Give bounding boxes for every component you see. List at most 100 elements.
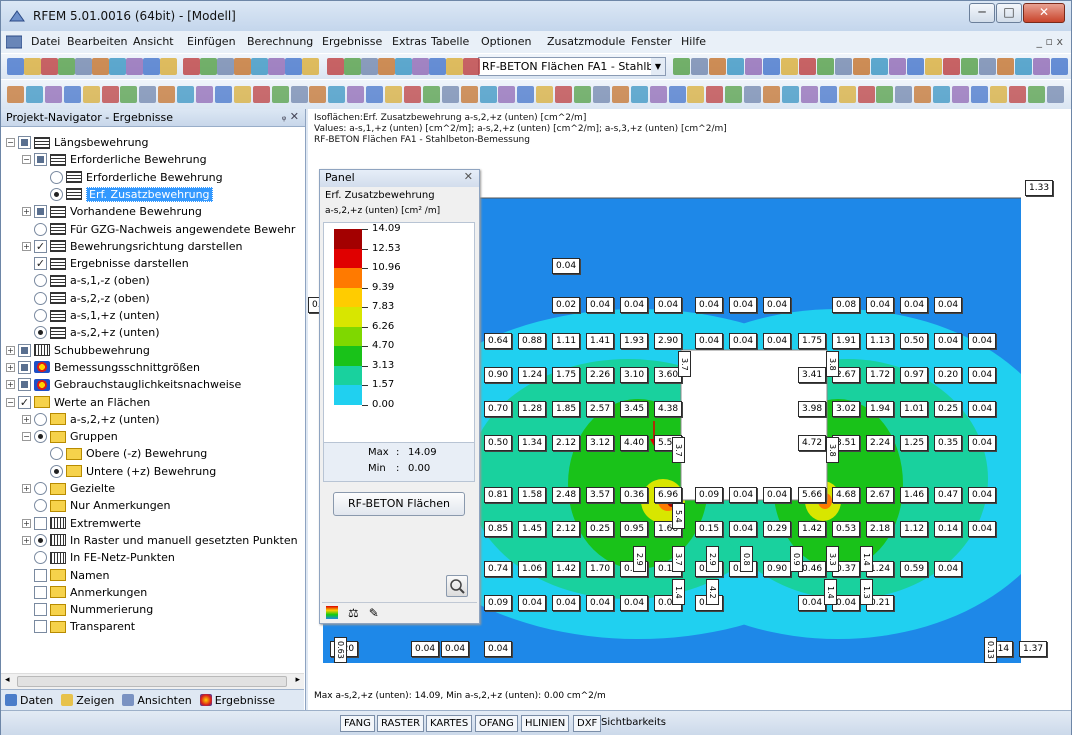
chevron-down-icon[interactable]: ▼ [651, 58, 665, 75]
toolbar-button-icon[interactable] [691, 58, 708, 75]
vertical-value-label[interactable]: 0.9 [790, 546, 803, 572]
toolbar-button-icon[interactable] [446, 58, 463, 75]
radio-button[interactable] [34, 291, 47, 305]
grid-value-label[interactable]: 0.09 [695, 487, 724, 503]
toolbar-button-icon[interactable] [763, 86, 780, 103]
status-fang[interactable]: FANG [340, 715, 375, 732]
toolbar-button-icon[interactable] [517, 86, 535, 103]
grid-value-label[interactable]: 1.45 [518, 521, 547, 537]
grid-value-label[interactable]: 0.88 [518, 333, 547, 349]
grid-value-label[interactable]: 0.95 [620, 521, 649, 537]
grid-value-label[interactable]: 0.74 [484, 561, 513, 577]
checkbox-partial[interactable] [18, 343, 31, 357]
toolbar-button-icon[interactable] [309, 86, 327, 103]
tree-item-fe-mesh-points[interactable]: In FE-Netz-Punkten [34, 549, 175, 566]
grid-value-label[interactable]: 0.59 [900, 561, 929, 577]
toolbar-button-icon[interactable] [126, 58, 143, 75]
grid-value-label[interactable]: 0.04 [866, 297, 895, 313]
vertical-value-label[interactable]: 3.3 [826, 546, 839, 572]
toolbar-button-icon[interactable] [781, 58, 798, 75]
tree-item-targeted[interactable]: + Gezielte [22, 480, 115, 497]
toolbar-button-icon[interactable] [1008, 86, 1026, 103]
grid-value-label[interactable]: 0.81 [484, 487, 513, 503]
status-ofang[interactable]: OFANG [475, 715, 518, 732]
grid-value-label[interactable]: 0.04 [968, 367, 997, 383]
scroll-right-icon[interactable]: ▸ [295, 675, 300, 685]
tree-item-groups[interactable]: − Gruppen [22, 428, 118, 445]
grid-value-label[interactable]: 1.28 [518, 401, 547, 417]
radio-button[interactable] [34, 430, 47, 444]
grid-value-label[interactable]: 0.15 [695, 521, 724, 537]
menu-optionen[interactable]: Optionen [481, 35, 531, 48]
grid-value-label[interactable]: 0.04 [620, 595, 649, 611]
checkbox[interactable]: ✓ [34, 257, 47, 271]
checkbox-partial[interactable] [34, 205, 47, 219]
grid-value-label[interactable]: 3.02 [832, 401, 861, 417]
toolbar-button-icon[interactable] [574, 86, 591, 103]
grid-value-label[interactable]: 2.48 [552, 487, 581, 503]
grid-value-label[interactable]: 0.50 [484, 435, 513, 451]
toolbar-button-icon[interactable] [1033, 58, 1050, 75]
grid-value-label[interactable]: 0.04 [729, 297, 758, 313]
toolbar-button-icon[interactable] [817, 58, 834, 75]
grid-value-label[interactable]: 0.50 [900, 333, 929, 349]
grid-value-label[interactable]: 0.04 [411, 641, 440, 657]
checkbox[interactable]: ✓ [34, 239, 47, 253]
grid-value-label[interactable]: 0.47 [934, 487, 963, 503]
toolbar-button-icon[interactable] [871, 58, 888, 75]
grid-value-label[interactable]: 1.11 [552, 333, 581, 349]
grid-value-label[interactable]: 0.14 [934, 521, 963, 537]
toolbar-button-icon[interactable] [344, 58, 361, 75]
scroll-left-icon[interactable]: ◂ [5, 675, 10, 685]
mdi-document-icon[interactable] [6, 35, 22, 49]
toolbar-button-icon[interactable] [139, 86, 157, 103]
menu-berechnung[interactable]: Berechnung [247, 35, 313, 48]
toolbar-button-icon[interactable] [460, 86, 478, 103]
expand-icon[interactable]: + [22, 414, 31, 424]
toolbar-button-icon[interactable] [441, 86, 459, 103]
vertical-value-label[interactable]: 5.4 [672, 503, 685, 529]
vertical-value-label[interactable]: 3.8 [826, 437, 839, 463]
grid-value-label[interactable]: 0.85 [484, 521, 513, 537]
grid-value-label[interactable]: 2.12 [552, 435, 581, 451]
toolbar-button-icon[interactable] [979, 58, 996, 75]
grid-value-label[interactable]: 0.04 [654, 297, 683, 313]
toolbar-button-icon[interactable] [92, 58, 109, 75]
toolbar-button-icon[interactable] [687, 86, 705, 103]
grid-value-label[interactable]: 1.41 [586, 333, 615, 349]
toolbar-button-icon[interactable] [251, 58, 268, 75]
toolbar-button-icon[interactable] [933, 86, 951, 103]
toolbar-button-icon[interactable] [895, 86, 913, 103]
vertical-value-label[interactable]: 1.4 [824, 579, 837, 605]
collapse-icon[interactable]: − [6, 138, 15, 147]
toolbar-button-icon[interactable] [158, 86, 176, 103]
maximize-button[interactable]: □ [996, 3, 1022, 23]
radio-button[interactable] [50, 464, 63, 478]
vertical-value-label[interactable]: 2.9 [706, 546, 719, 572]
grid-value-label[interactable]: 2.24 [866, 435, 895, 451]
tree-item-as1-bottom[interactable]: a-s,1,+z (unten) [34, 307, 160, 324]
grid-value-label[interactable]: 1.24 [518, 367, 547, 383]
grid-value-label[interactable]: 0.70 [484, 401, 513, 417]
vertical-value-label[interactable]: 3.7 [672, 546, 685, 572]
radio-button[interactable] [34, 499, 47, 513]
tab-ergebnisse[interactable]: Ergebnisse [199, 693, 275, 707]
grid-value-label[interactable]: 1.75 [552, 367, 581, 383]
tree-item-extreme-values[interactable]: + Extremwerte [22, 515, 141, 532]
toolbar-button-icon[interactable] [835, 58, 852, 75]
toolbar-button-icon[interactable] [143, 58, 160, 75]
toolbar-button-icon[interactable] [302, 58, 319, 75]
checkbox-partial[interactable] [34, 153, 47, 167]
expand-icon[interactable]: + [6, 345, 15, 355]
toolbar-button-icon[interactable] [536, 86, 554, 103]
grid-value-label[interactable]: 0.04 [968, 401, 997, 417]
grid-value-label[interactable]: 3.57 [586, 487, 615, 503]
grid-value-label[interactable]: 1.12 [900, 521, 929, 537]
grid-value-label[interactable]: 0.53 [832, 521, 861, 537]
toolbar-button-icon[interactable] [943, 58, 960, 75]
toolbar-button-icon[interactable] [290, 86, 308, 103]
expand-icon[interactable]: + [6, 362, 15, 372]
tab-ansichten[interactable]: Ansichten [122, 693, 192, 707]
toolbar-button-icon[interactable] [160, 58, 177, 75]
tree-item-show-reinforcement-direction[interactable]: + ✓ Bewehrungsrichtung darstellen [22, 238, 242, 255]
